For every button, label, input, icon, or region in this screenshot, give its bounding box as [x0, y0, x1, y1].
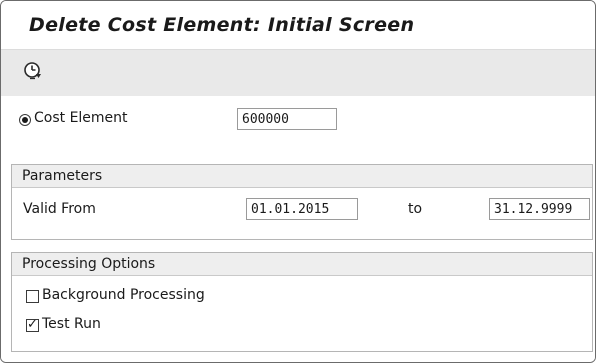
- test-run-label: Test Run: [42, 316, 101, 332]
- cost-element-input[interactable]: 600000: [237, 108, 337, 130]
- main-content: Cost Element 600000 Parameters Valid Fro…: [1, 96, 595, 362]
- window-frame: Delete Cost Element: Initial Screen Cost…: [0, 0, 596, 363]
- execute-clock-icon: [24, 62, 41, 80]
- valid-from-label: Valid From: [23, 201, 96, 217]
- application-toolbar: [1, 49, 595, 97]
- title-bar: Delete Cost Element: Initial Screen: [1, 1, 595, 49]
- test-run-checkbox[interactable]: ✓: [26, 317, 39, 332]
- parameters-group-header: Parameters: [12, 165, 592, 188]
- processing-options-group-title: Processing Options: [22, 256, 156, 272]
- execute-button[interactable]: [21, 59, 45, 83]
- background-processing-label: Background Processing: [42, 287, 205, 303]
- page-title: Delete Cost Element: Initial Screen: [29, 14, 415, 36]
- processing-options-group-header: Processing Options: [12, 253, 592, 276]
- checkmark-icon: ✓: [27, 317, 38, 332]
- cost-element-radio[interactable]: [19, 114, 31, 126]
- cost-element-label: Cost Element: [34, 110, 128, 126]
- radio-selected-dot: [22, 117, 28, 123]
- parameters-group-title: Parameters: [22, 168, 103, 184]
- to-label: to: [408, 201, 423, 217]
- valid-to-input[interactable]: 31.12.9999: [489, 198, 590, 220]
- background-processing-checkbox[interactable]: [26, 290, 39, 303]
- valid-from-input[interactable]: 01.01.2015: [246, 198, 358, 220]
- parameters-group: Parameters Valid From 01.01.2015 to 31.1…: [11, 164, 593, 240]
- processing-options-group: Processing Options Background Processing…: [11, 252, 593, 352]
